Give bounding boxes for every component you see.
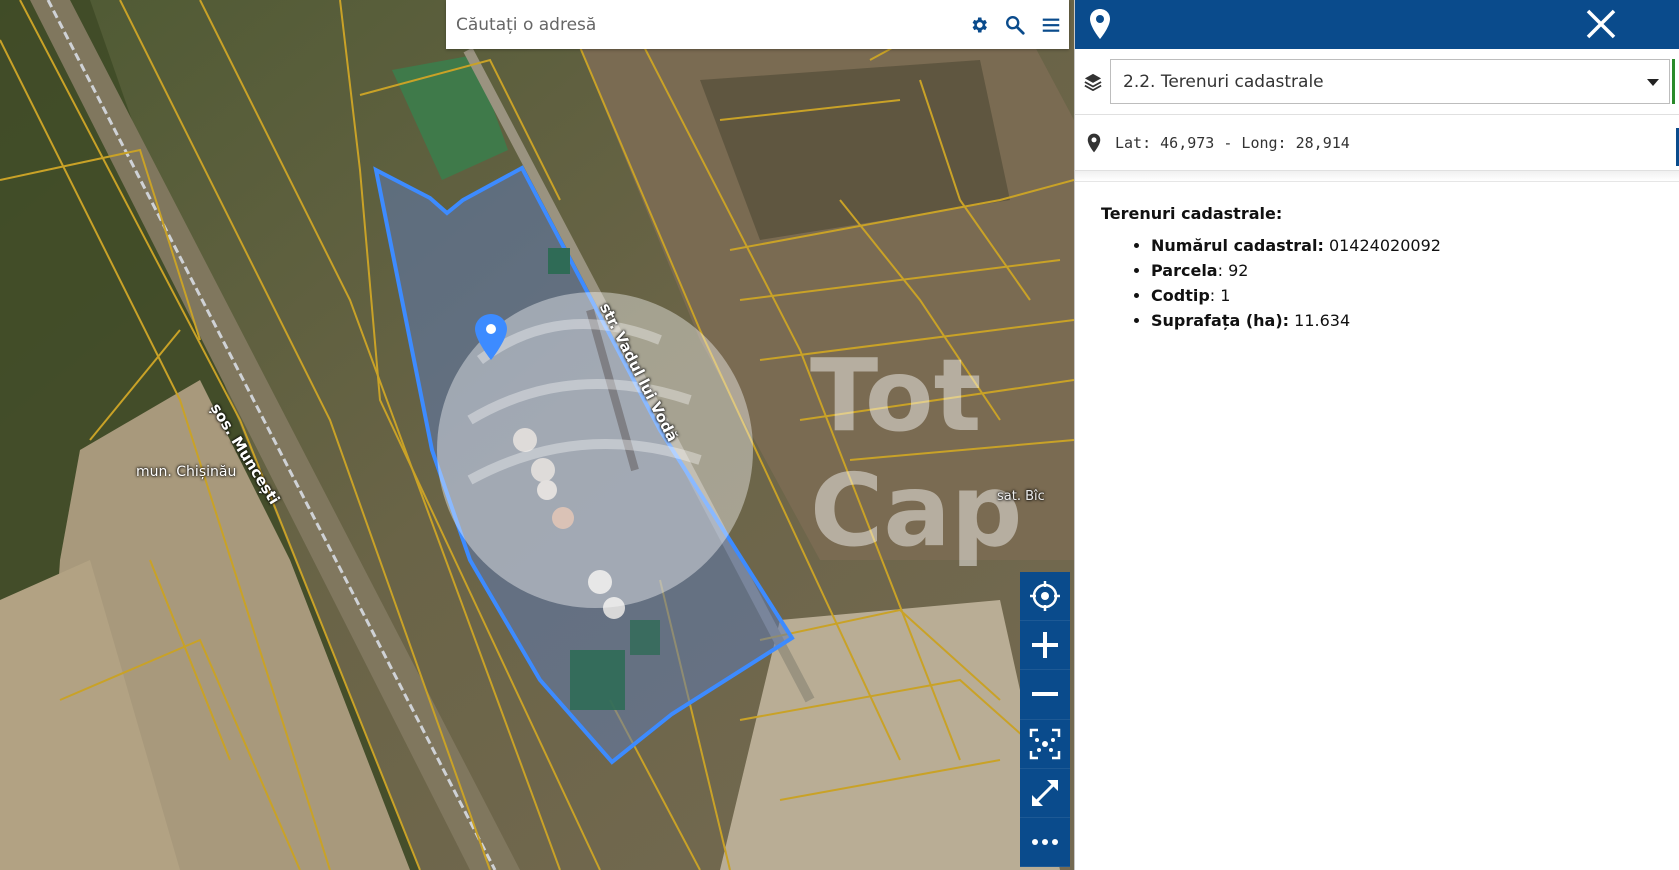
settings-button[interactable] [961, 0, 997, 49]
layer-select[interactable]: 2.2. Terenuri cadastrale [1110, 59, 1675, 104]
divider [1075, 171, 1679, 182]
chevron-down-icon [1647, 79, 1659, 86]
gear-icon [972, 17, 987, 32]
layer-status-indicator [1672, 59, 1675, 104]
fullscreen-button[interactable] [1020, 769, 1070, 818]
list-item: Codtip: 1 [1151, 283, 1679, 308]
zoom-out-button[interactable] [1020, 670, 1070, 720]
layer-select-value: 2.2. Terenuri cadastrale [1123, 71, 1324, 92]
info-title: Terenuri cadastrale: [1101, 204, 1283, 223]
field-value: 01424020092 [1323, 236, 1441, 255]
search-button[interactable] [997, 0, 1033, 49]
map-toolbar [1020, 572, 1070, 868]
field-label: Codtip [1151, 286, 1210, 305]
map-pin-icon [1089, 8, 1111, 44]
satellite-map[interactable]: Tot Cap [0, 0, 1074, 870]
field-label: Parcela [1151, 261, 1218, 280]
field-label: Numărul cadastral: [1151, 236, 1324, 255]
zoom-in-icon [1032, 632, 1058, 659]
field-label: Suprafața (ha): [1151, 311, 1290, 330]
parcel-info: Terenuri cadastrale: Numărul cadastral: … [1075, 182, 1679, 333]
locate-button[interactable] [1020, 572, 1070, 622]
field-value: : 1 [1209, 286, 1231, 305]
search-bar [446, 0, 1069, 49]
watermark-text: Cap [810, 452, 1022, 569]
map-label-city: mun. Chișinău [136, 464, 237, 480]
close-button[interactable] [1585, 8, 1617, 44]
fit-extent-icon [1029, 728, 1061, 759]
coordinates-row: Lat: 46,973 - Long: 28,914 [1075, 115, 1679, 171]
list-item: Suprafața (ha): 11.634 [1151, 308, 1679, 333]
list-item: Numărul cadastral: 01424020092 [1151, 233, 1679, 258]
fit-extent-button[interactable] [1020, 720, 1070, 769]
layer-row: 2.2. Terenuri cadastrale [1075, 49, 1679, 115]
field-value: : 92 [1217, 261, 1249, 280]
fullscreen-icon [1032, 779, 1058, 806]
search-input[interactable] [446, 0, 961, 49]
parcel-fields-list: Numărul cadastral: 01424020092 Parcela: … [1101, 233, 1679, 333]
app-root: Tot Cap mun. Chișinău șos. Muncești str.… [0, 0, 1679, 870]
location-pin-icon [1087, 133, 1101, 152]
search-icon [1006, 15, 1025, 35]
more-icon [1032, 838, 1058, 845]
locate-icon [1030, 581, 1060, 612]
map-label-village: sat. Bîc [997, 489, 1045, 504]
coordinates-text: Lat: 46,973 - Long: 28,914 [1115, 133, 1350, 152]
map-view[interactable]: Tot Cap mun. Chișinău șos. Muncești str.… [0, 0, 1074, 870]
field-value: 11.634 [1289, 311, 1351, 330]
zoom-in-button[interactable] [1020, 621, 1070, 671]
zoom-out-icon [1032, 692, 1058, 697]
hamburger-menu-icon [1042, 18, 1060, 32]
close-icon [1586, 9, 1616, 39]
list-item: Parcela: 92 [1151, 258, 1679, 283]
panel-header [1075, 0, 1679, 49]
layers-icon [1084, 73, 1102, 91]
more-button[interactable] [1020, 818, 1070, 868]
info-panel: 2.2. Terenuri cadastrale Lat: 46,973 - L… [1074, 0, 1679, 870]
watermark-text: Tot [810, 337, 981, 454]
menu-button[interactable] [1033, 0, 1069, 49]
